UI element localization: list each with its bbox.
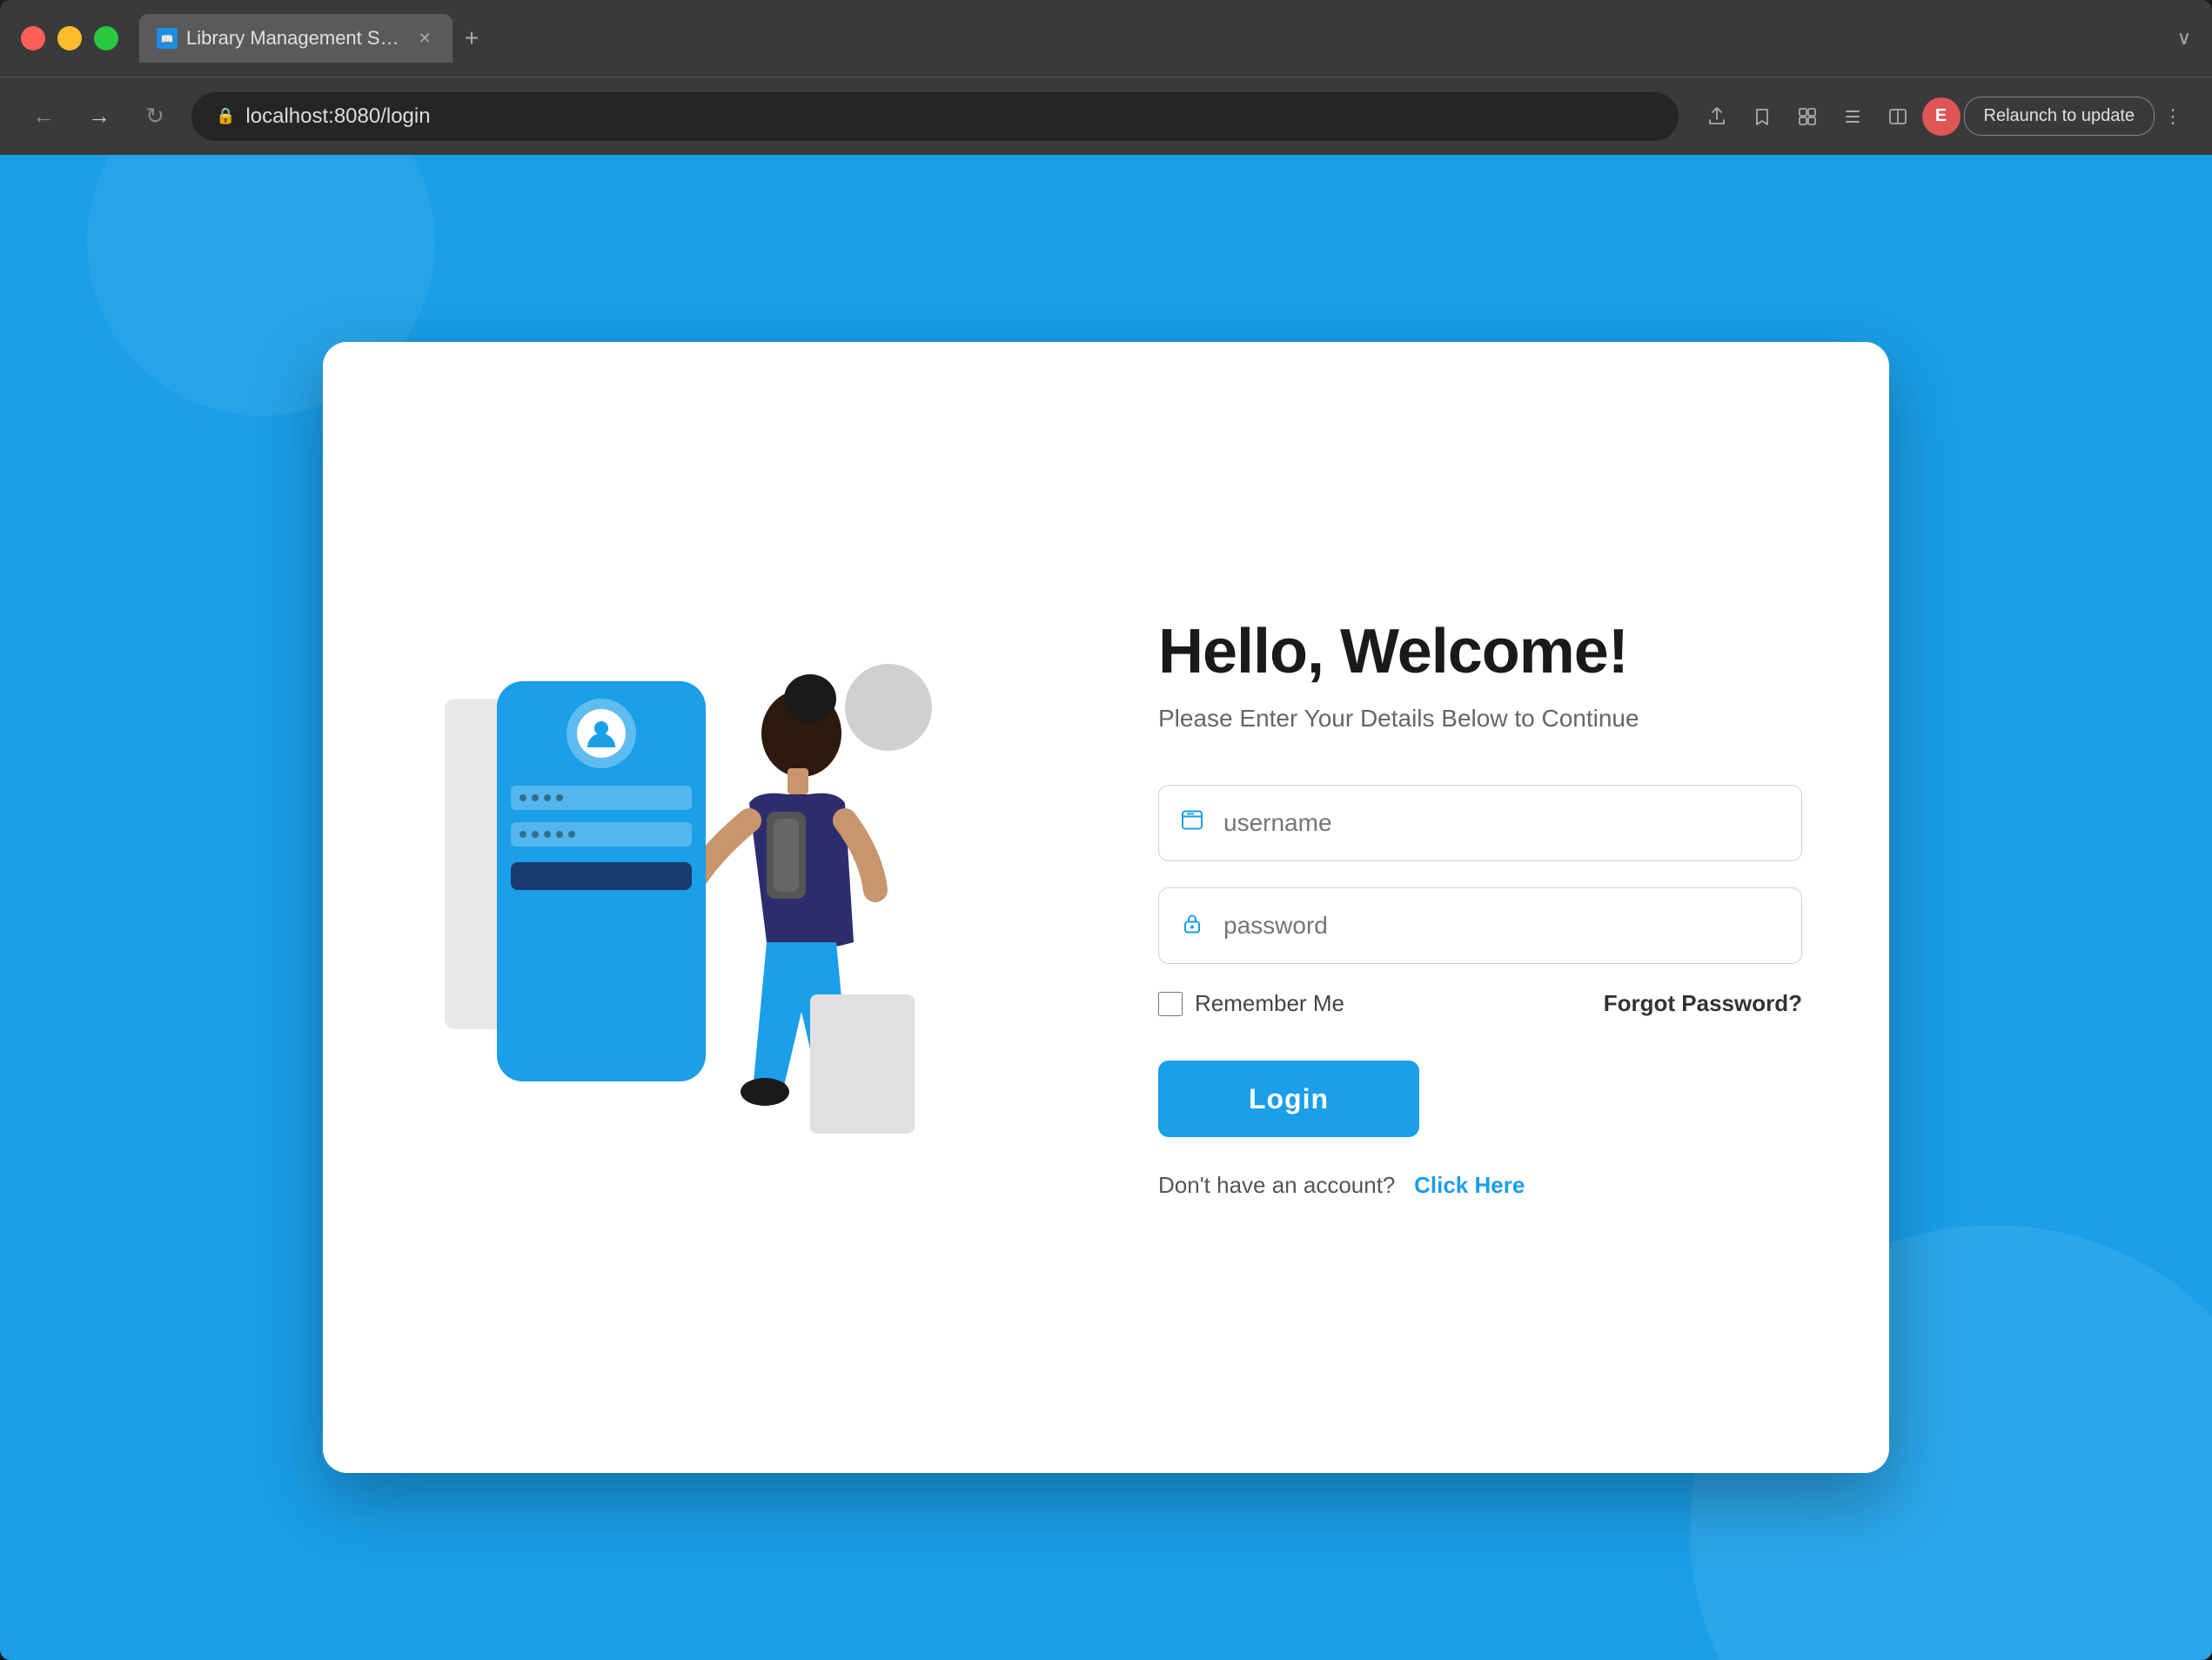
signup-prompt: Don't have an account? Click Here (1158, 1172, 1802, 1199)
form-heading: Hello, Welcome! (1158, 616, 1802, 687)
password-field-container (1158, 887, 1802, 964)
addressbar: ← → ↻ 🔒 localhost:8080/login (0, 77, 2212, 155)
bg-circle (845, 664, 932, 751)
phone-avatar-inner (577, 709, 626, 758)
dot (556, 794, 563, 801)
svg-text:📖: 📖 (161, 33, 174, 45)
illustration-panel (323, 342, 1071, 1473)
signup-prompt-text: Don't have an account? (1158, 1172, 1395, 1198)
maximize-window-button[interactable] (94, 26, 118, 50)
tab-dropdown-button[interactable]: ∨ (2177, 27, 2191, 50)
login-button[interactable]: Login (1158, 1061, 1419, 1137)
new-tab-button[interactable]: + (452, 19, 491, 57)
address-bar[interactable]: 🔒 localhost:8080/login (191, 92, 1679, 141)
bookmark-icon[interactable] (1741, 96, 1783, 137)
active-tab[interactable]: 📖 Library Management System ✕ (139, 14, 452, 63)
remember-me-label[interactable]: Remember Me (1158, 990, 1344, 1017)
username-icon (1181, 809, 1203, 838)
form-options: Remember Me Forgot Password? (1158, 990, 1802, 1017)
back-button[interactable]: ← (24, 97, 63, 136)
username-input[interactable] (1158, 785, 1802, 861)
remember-me-text: Remember Me (1195, 990, 1344, 1017)
relaunch-button[interactable]: Relaunch to update (1964, 97, 2155, 136)
url-text: localhost:8080/login (245, 104, 430, 129)
dot (532, 831, 539, 838)
dot (519, 831, 526, 838)
remember-me-checkbox[interactable] (1158, 992, 1183, 1016)
phone-field-2 (511, 822, 692, 847)
share-icon[interactable] (1696, 96, 1738, 137)
login-card: Hello, Welcome! Please Enter Your Detail… (323, 342, 1889, 1473)
phone-avatar-circle (566, 699, 636, 768)
browser-window: 📖 Library Management System ✕ + ∨ ← → ↻ … (0, 0, 2212, 1660)
dot (532, 794, 539, 801)
dot (544, 794, 551, 801)
signup-link[interactable]: Click Here (1414, 1172, 1525, 1198)
tab-title: Library Management System (186, 27, 406, 50)
dot (568, 831, 575, 838)
dot (556, 831, 563, 838)
phone-field-1 (511, 786, 692, 810)
profile-avatar[interactable]: E (1922, 97, 1961, 136)
reading-list-icon[interactable] (1832, 96, 1873, 137)
password-icon (1181, 912, 1203, 940)
password-input[interactable] (1158, 887, 1802, 964)
form-panel: Hello, Welcome! Please Enter Your Detail… (1071, 342, 1889, 1473)
tab-favicon-icon: 📖 (157, 28, 178, 49)
extensions-icon[interactable] (1786, 96, 1828, 137)
form-subheading: Please Enter Your Details Below to Conti… (1158, 705, 1802, 733)
dot (544, 831, 551, 838)
phone-mockup (497, 681, 706, 1081)
reload-button[interactable]: ↻ (136, 97, 174, 136)
bg-cabinet (810, 994, 915, 1134)
tab-close-button[interactable]: ✕ (414, 28, 435, 49)
username-field-container (1158, 785, 1802, 861)
forgot-password-link[interactable]: Forgot Password? (1604, 990, 1802, 1017)
secure-icon: 🔒 (216, 107, 235, 125)
forward-button[interactable]: → (80, 97, 118, 136)
phone-login-btn (511, 862, 692, 890)
toolbar-icons: E Relaunch to update ⋮ (1696, 96, 2188, 137)
phone-avatar-area (511, 699, 692, 768)
more-options-button[interactable]: ⋮ (2158, 100, 2188, 133)
minimize-window-button[interactable] (57, 26, 82, 50)
dot (519, 794, 526, 801)
split-view-icon[interactable] (1877, 96, 1919, 137)
window-controls (21, 26, 118, 50)
page-content: Hello, Welcome! Please Enter Your Detail… (0, 155, 2212, 1660)
illustration-scene (445, 612, 949, 1203)
close-window-button[interactable] (21, 26, 45, 50)
tab-bar: 📖 Library Management System ✕ + (139, 14, 2167, 63)
titlebar: 📖 Library Management System ✕ + ∨ (0, 0, 2212, 77)
